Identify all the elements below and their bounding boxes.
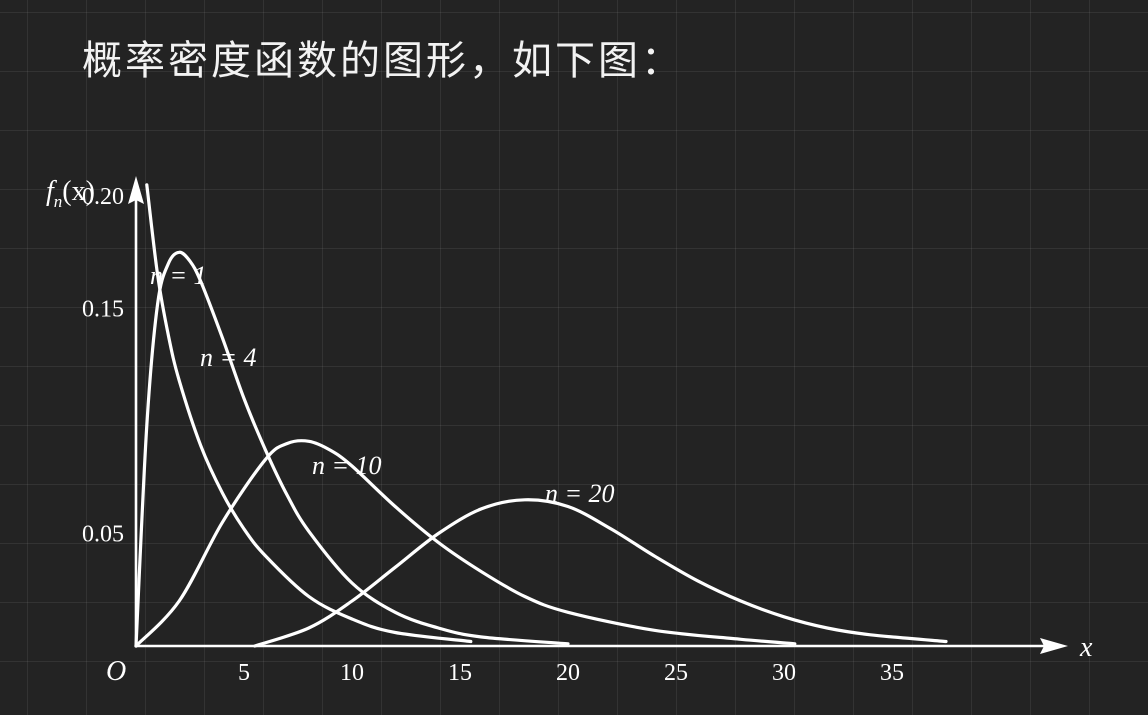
y-tick-label-0.15: 0.15: [82, 297, 124, 323]
series-label-3: n = 10: [312, 451, 382, 480]
x-tick-label-5: 5: [238, 660, 250, 686]
series-label-1: n = 1: [150, 261, 207, 290]
x-axis-arrow-icon: [1040, 638, 1068, 654]
x-tick-label-30: 30: [772, 660, 796, 686]
origin-label: O: [106, 656, 126, 687]
series-label-4: n = 20: [545, 479, 615, 508]
series-labels: n = 1 n = 4 n = 10 n = 20: [150, 261, 615, 508]
y-tick-label-0.05: 0.05: [82, 522, 124, 548]
x-tick-label-35: 35: [880, 660, 904, 686]
x-tick-label-15: 15: [448, 660, 472, 686]
x-axis-title: x: [1079, 632, 1093, 663]
series-label-2: n = 4: [200, 343, 257, 372]
x-tick-label-25: 25: [664, 660, 688, 686]
y-axis-title-sub: n: [54, 192, 63, 211]
series-curve-3: [134, 439, 797, 648]
tick-labels: 5 10 15 20 25 30 35 0.05 0.15 0.20: [82, 184, 904, 686]
y-tick-label-0.20: 0.20: [82, 184, 124, 210]
series-curves: [134, 183, 948, 648]
series-curve-4: [253, 498, 948, 648]
x-tick-label-20: 20: [556, 660, 580, 686]
density-plot: x fn(x) O 5 10 15 20 25 30 350.050.150.20 n = …: [46, 176, 1093, 687]
x-tick-label-10: 10: [340, 660, 364, 686]
y-axis-arrow-icon: [128, 176, 144, 204]
